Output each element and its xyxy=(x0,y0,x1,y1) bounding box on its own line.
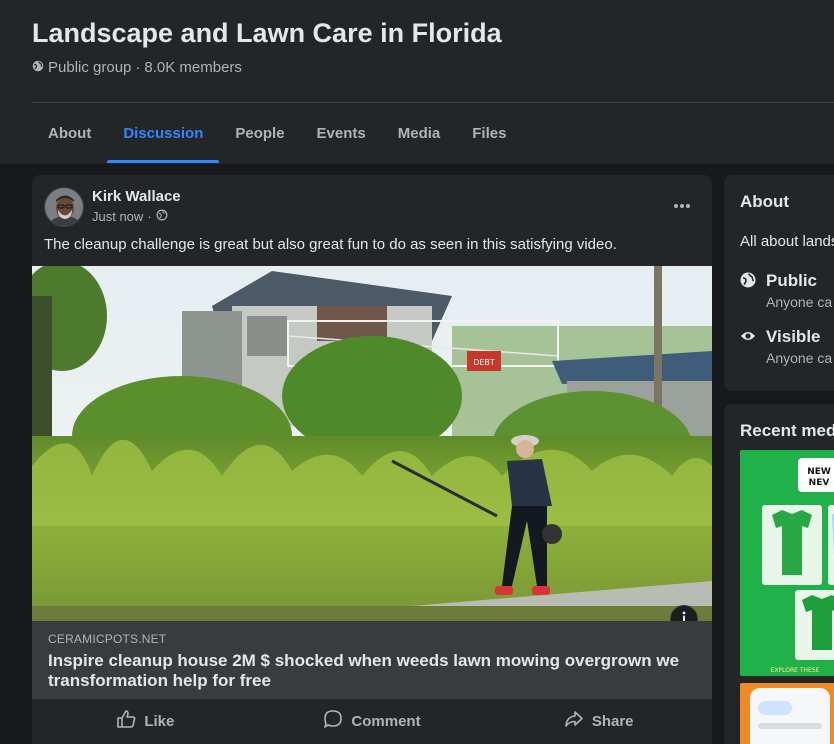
about-card: About All about lands Public Anyone ca V… xyxy=(724,175,834,391)
about-title: About xyxy=(740,192,790,211)
recent-media-title: Recent medi xyxy=(740,421,834,440)
globe-icon xyxy=(32,59,44,76)
about-description: All about lands xyxy=(740,233,834,250)
recent-media-card: Recent medi NEW NEV EXPLORE THESE xyxy=(724,404,834,744)
post-text: The cleanup challenge is great but also … xyxy=(44,236,617,253)
comment-label: Comment xyxy=(351,712,421,730)
like-button[interactable]: Like xyxy=(32,699,259,743)
thumb-text-1: NEW xyxy=(807,467,831,477)
time-separator: · xyxy=(147,209,152,224)
thumb-caption: EXPLORE THESE xyxy=(771,667,820,674)
meta-separator: · xyxy=(135,59,141,76)
share-button[interactable]: Share xyxy=(485,699,712,743)
group-privacy[interactable]: Public group xyxy=(48,59,131,76)
share-arrow-icon xyxy=(564,709,584,733)
media-thumbnail[interactable] xyxy=(740,683,834,744)
about-item-sub: Anyone ca xyxy=(766,350,833,366)
link-domain: CERAMICPOTS.NET xyxy=(48,632,167,646)
post-timestamp[interactable]: Just now xyxy=(92,209,143,224)
media-thumbnail[interactable]: NEW NEV EXPLORE THESE xyxy=(740,450,834,676)
post-time: Just now · xyxy=(92,209,168,224)
comment-bubble-icon xyxy=(323,709,343,733)
tab-about[interactable]: About xyxy=(32,103,107,163)
group-tabs: About Discussion People Events Media Fil… xyxy=(32,103,522,163)
thumbs-up-icon xyxy=(116,709,136,733)
post-actions: Like Comment Share xyxy=(32,699,712,743)
ellipsis-icon xyxy=(673,196,691,214)
globe-icon xyxy=(156,209,168,224)
tab-discussion[interactable]: Discussion xyxy=(107,103,220,163)
group-meta: Public group · 8.0K members xyxy=(32,59,242,76)
tab-files[interactable]: Files xyxy=(456,103,522,163)
author-name[interactable]: Kirk Wallace xyxy=(92,188,181,205)
link-preview[interactable]: CERAMICPOTS.NET Inspire cleanup house 2M… xyxy=(32,621,712,699)
tab-media[interactable]: Media xyxy=(382,103,457,163)
about-item-label: Public xyxy=(766,271,818,290)
tab-events[interactable]: Events xyxy=(301,103,382,163)
globe-icon xyxy=(740,272,756,310)
more-options-button[interactable] xyxy=(664,189,700,221)
about-item-label: Visible xyxy=(766,327,821,346)
group-members[interactable]: 8.0K members xyxy=(144,59,242,76)
post-card: Kirk Wallace Just now · The cleanup chal… xyxy=(32,175,712,744)
post-image[interactable]: DEBT xyxy=(32,266,712,621)
comment-button[interactable]: Comment xyxy=(259,699,486,743)
eye-icon xyxy=(740,329,756,366)
about-item-public: Public Anyone ca xyxy=(740,271,832,310)
share-label: Share xyxy=(591,712,634,730)
like-label: Like xyxy=(144,712,175,730)
tab-people[interactable]: People xyxy=(219,103,300,163)
link-title: Inspire cleanup house 2M $ shocked when … xyxy=(48,651,680,690)
group-header: Landscape and Lawn Care in Florida Publi… xyxy=(0,0,834,164)
group-title[interactable]: Landscape and Lawn Care in Florida xyxy=(32,18,502,49)
about-item-visible: Visible Anyone ca xyxy=(740,327,832,366)
avatar[interactable] xyxy=(44,187,84,227)
banner-sign-text: DEBT xyxy=(473,358,495,367)
thumb-text-2: NEV xyxy=(809,478,830,488)
about-item-sub: Anyone ca xyxy=(766,294,833,310)
